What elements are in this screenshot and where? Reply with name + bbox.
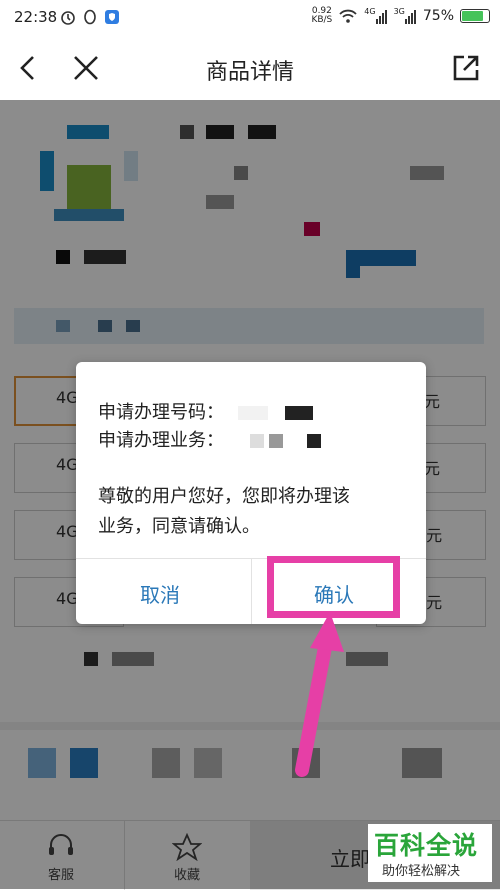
watermark: 百科全说 助你轻松解决 <box>368 824 492 882</box>
watermark-sub: 助你轻松解决 <box>382 864 461 879</box>
pointer-arrow-icon <box>295 612 344 777</box>
watermark-main: 百科全说 <box>374 831 479 860</box>
